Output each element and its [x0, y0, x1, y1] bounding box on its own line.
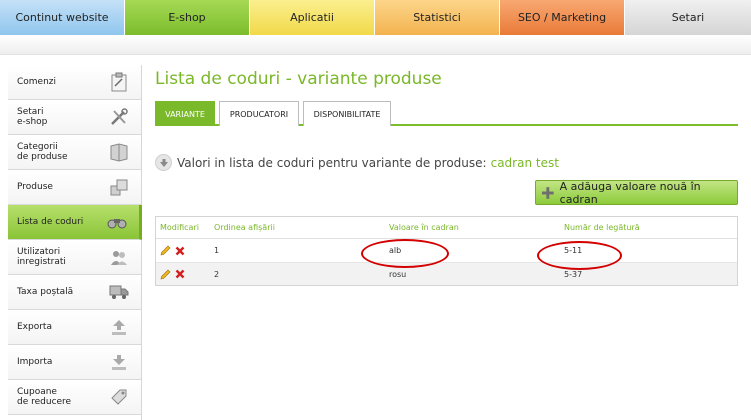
- sidebar-item-label: Exporta: [17, 322, 52, 332]
- edit-pencil-icon[interactable]: [160, 269, 171, 280]
- sidebar-item-comenzi[interactable]: Comenzi: [8, 65, 141, 100]
- add-value-button[interactable]: A adăuga valoare nouă în cadran: [535, 179, 738, 206]
- sidebar-item-categorii-de-produse[interactable]: Categorii de produse: [8, 135, 141, 170]
- truck-icon: [109, 282, 129, 302]
- tab-disponibilitate[interactable]: DISPONIBILITATE: [303, 101, 391, 126]
- binoculars-icon: [107, 212, 127, 232]
- header-numar-legatura: Număr de legătură: [564, 223, 640, 232]
- nav-tab-aplicatii[interactable]: Aplicatii: [250, 0, 375, 35]
- nav-tab-e-shop[interactable]: E-shop: [125, 0, 250, 45]
- info-link-cadran[interactable]: cadran test: [491, 156, 559, 170]
- sidebar-item-label: Categorii de produse: [17, 142, 68, 162]
- table-row: 1 alb 5-11: [156, 239, 737, 263]
- nav-tab-continut-website[interactable]: Continut website: [0, 0, 125, 35]
- plus-icon: [542, 186, 554, 199]
- tab-variante[interactable]: VARIANTE: [155, 101, 215, 126]
- cell-value: alb: [389, 246, 402, 255]
- upload-icon: [109, 317, 129, 337]
- cell-link: 5-37: [564, 269, 583, 279]
- header-ordinea: Ordinea afișării: [214, 223, 275, 232]
- sidebar-item-label: Taxa poștală: [17, 287, 74, 297]
- sidebar-item-label: Cupoane de reducere: [17, 387, 72, 407]
- tag-icon: [109, 387, 129, 407]
- delete-x-icon[interactable]: [175, 246, 185, 256]
- top-navigation: Continut website E-shop Aplicatii Statis…: [0, 0, 751, 45]
- header-modificari: Modificari: [160, 223, 199, 232]
- cell-link: 5-11: [564, 246, 583, 255]
- book-icon: [109, 142, 129, 162]
- nav-tab-statistici[interactable]: Statistici: [375, 0, 500, 35]
- edit-pencil-icon[interactable]: [160, 245, 171, 256]
- nav-tab-seo-marketing[interactable]: SEO / Marketing: [500, 0, 625, 35]
- sidebar-item-taxa-postala[interactable]: Taxa poștală: [8, 275, 141, 310]
- values-table: Modificari Ordinea afișării Valoare în c…: [155, 216, 738, 286]
- cell-order: 1: [214, 246, 220, 255]
- clipboard-icon: [109, 72, 129, 92]
- users-icon: [109, 247, 129, 267]
- sidebar-item-cupoane-de-reducere[interactable]: Cupoane de reducere: [8, 380, 141, 415]
- sidebar-item-label: Lista de coduri: [17, 217, 84, 227]
- nav-tab-setari[interactable]: Setari: [625, 0, 751, 35]
- header-valoare: Valoare în cadran: [389, 223, 459, 232]
- subtab-bar: VARIANTE PRODUCATORI DISPONIBILITATE: [155, 101, 738, 126]
- cell-order: 2: [214, 269, 220, 279]
- sidebar-item-lista-de-coduri[interactable]: Lista de coduri: [8, 205, 142, 240]
- sidebar-item-exporta[interactable]: Exporta: [8, 310, 141, 345]
- cell-value: rosu: [389, 269, 407, 279]
- download-icon: [109, 352, 129, 372]
- boxes-icon: [109, 177, 129, 197]
- sidebar: Comenzi Setari e-shop Categorii de produ…: [8, 65, 142, 420]
- sidebar-item-utilizatori-inregistrati[interactable]: Utilizatori inregistrati: [8, 240, 141, 275]
- add-value-button-label: A adăuga valoare nouă în cadran: [559, 179, 701, 206]
- sub-navigation-bar: [0, 35, 751, 55]
- delete-x-icon[interactable]: [175, 269, 185, 279]
- sidebar-item-label: Importa: [17, 357, 53, 367]
- page-title: Lista de coduri - variante produse: [155, 69, 442, 89]
- info-text: Valori in lista de coduri pentru variant…: [177, 155, 487, 170]
- sidebar-item-label: Utilizatori inregistrati: [17, 247, 66, 267]
- sidebar-item-produse[interactable]: Produse: [8, 170, 141, 205]
- row-actions: [156, 245, 214, 256]
- sidebar-item-importa[interactable]: Importa: [8, 345, 141, 380]
- sidebar-item-setari-e-shop[interactable]: Setari e-shop: [8, 100, 141, 135]
- row-actions: [156, 269, 214, 280]
- sidebar-item-label: Produse: [17, 182, 53, 192]
- table-row: 2 rosu 5-37: [156, 263, 737, 285]
- arrow-down-circle-icon: [155, 154, 172, 171]
- sidebar-item-label: Comenzi: [17, 77, 57, 87]
- tools-icon: [109, 107, 129, 127]
- sidebar-item-label: Setari e-shop: [17, 107, 48, 127]
- info-line: Valori in lista de coduri pentru variant…: [155, 154, 559, 171]
- tab-producatori[interactable]: PRODUCATORI: [219, 101, 299, 126]
- table-header: Modificari Ordinea afișării Valoare în c…: [156, 217, 737, 239]
